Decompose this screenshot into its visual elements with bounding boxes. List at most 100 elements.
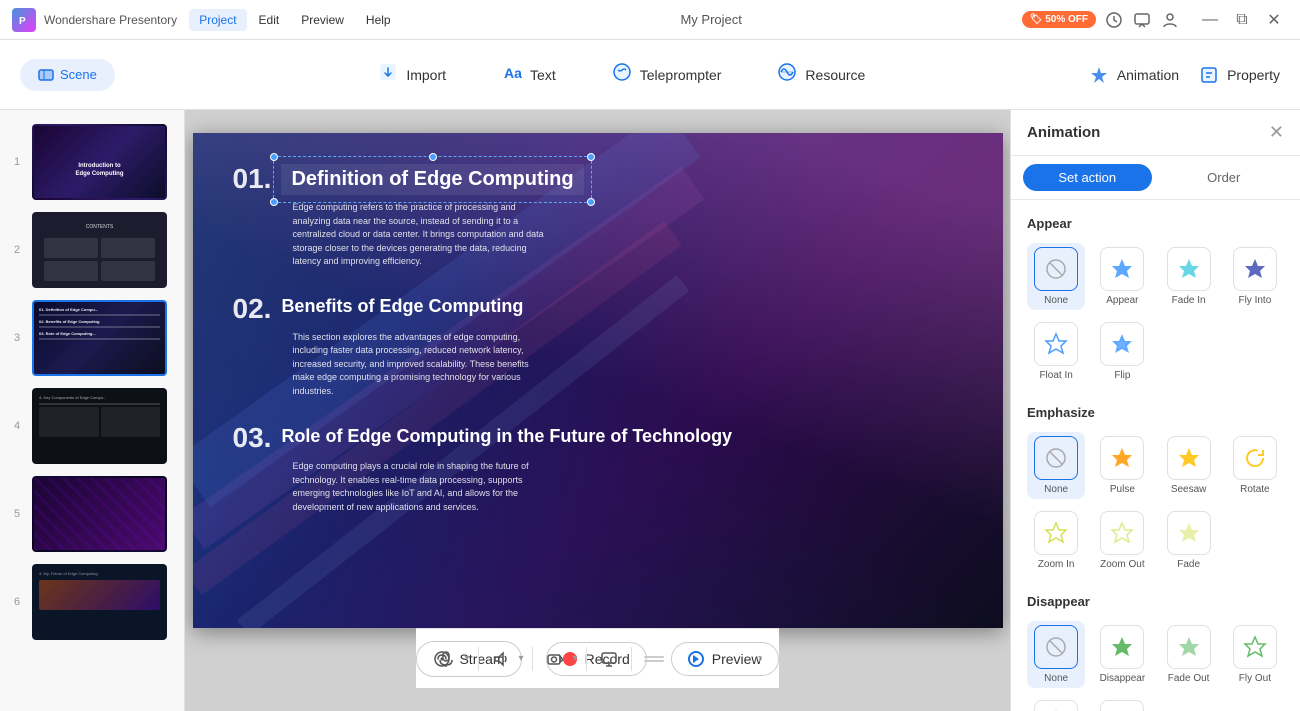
minimize-button[interactable]: — [1196,6,1224,34]
slide-canvas[interactable]: 01. Defin [193,133,1003,628]
panel-close-button[interactable]: ✕ [1269,122,1284,143]
anim-none-disappear[interactable]: None [1027,621,1085,688]
camera-chevron[interactable]: ▾ [573,653,578,664]
property-label: Property [1227,67,1280,83]
anim-fly-into[interactable]: Fly Into [1226,243,1284,310]
slide-item-4[interactable]: 4 4. Key Components of Edge Compu... [0,382,184,470]
anim-float-out-icon-box [1034,700,1078,711]
toolbar-items: Import Aa Text Teleprompter Resource [155,54,1089,95]
anim-float-out[interactable]: Float Out [1027,696,1085,711]
anim-pulse[interactable]: Pulse [1093,432,1151,499]
maximize-button[interactable]: ⧉ [1228,6,1256,34]
clock-icon[interactable] [1104,10,1124,30]
anim-none-dis-icon-box [1034,625,1078,669]
selected-title-1[interactable]: Definition of Edge Computing [281,164,583,195]
tab-order[interactable]: Order [1160,164,1289,191]
title-bar: P Wondershare Presentory Project Edit Pr… [0,0,1300,40]
toolbar-import[interactable]: Import [370,54,454,95]
anim-flip-appear-label: Flip [1114,370,1130,381]
slide-item-6[interactable]: 6 4. My, Future of Edge Computing [0,558,184,646]
anim-fade-em[interactable]: Fade [1160,507,1218,574]
section-title-2: Benefits of Edge Computing [281,296,523,317]
animation-label: Animation [1117,67,1179,83]
toolbar-resource[interactable]: Resource [769,54,873,95]
divider-2 [532,647,533,671]
anim-none-appear-label: None [1044,295,1068,306]
slide-item-3[interactable]: 3 01. Definition of Edge Compu... 02. Be… [0,294,184,382]
panel-title: Animation [1027,124,1100,141]
camera-icon[interactable] [541,645,569,673]
anim-flip-appear-icon-box [1100,322,1144,366]
slide-item-1[interactable]: 1 Introduction toEdge Computing [0,118,184,206]
anim-appear[interactable]: Appear [1093,243,1151,310]
anim-float-in[interactable]: Float In [1027,318,1085,385]
anim-none-emphasize[interactable]: None [1027,432,1085,499]
anim-zoom-out[interactable]: Zoom Out [1093,507,1151,574]
anim-none-appear[interactable]: None [1027,243,1085,310]
scene-button[interactable]: Scene [20,59,115,91]
tab-set-action[interactable]: Set action [1023,164,1152,191]
anim-pulse-icon-box [1100,436,1144,480]
project-title: My Project [409,12,1014,27]
anim-rotate-icon-box [1233,436,1277,480]
user-icon[interactable] [1160,10,1180,30]
scene-label: Scene [60,67,97,82]
title-bar-right: 🏷 50% OFF — ⧉ ✕ [1022,6,1288,34]
mic-chevron[interactable]: ▾ [464,653,469,664]
anim-fade-out-icon-box [1167,625,1211,669]
next-slide-arrow[interactable]: › [757,650,762,667]
screen-icon[interactable] [595,645,623,673]
nav-help[interactable]: Help [356,9,401,31]
anim-fly-into-icon-box [1233,247,1277,291]
anim-none-appear-icon-box [1034,247,1078,291]
anim-zoom-in-label: Zoom In [1038,559,1075,570]
toolbar: Scene Import Aa Text Teleprompter Resour… [0,40,1300,110]
anim-rotate[interactable]: Rotate [1226,432,1284,499]
none-em-icon [1044,446,1068,470]
speaker-chevron[interactable]: ▾ [519,653,524,664]
anim-seesaw-label: Seesaw [1171,484,1207,495]
slide-num-3: 3 [10,332,24,344]
pulse-icon [1110,446,1134,470]
anim-fade-in[interactable]: Fade In [1160,243,1218,310]
anim-disappear[interactable]: Disappear [1093,621,1151,688]
mic-icon[interactable] [432,645,460,673]
section-header-1: 01. Defin [233,163,963,195]
nav-menu: Project Edit Preview Help [189,9,400,31]
nav-edit[interactable]: Edit [249,9,290,31]
disappear-icon [1110,635,1134,659]
appear-grid: None Appear Fade In [1027,243,1284,385]
anim-pulse-label: Pulse [1110,484,1135,495]
disappear-section-label: Disappear [1027,594,1284,609]
toolbar-teleprompter[interactable]: Teleprompter [604,54,730,95]
anim-seesaw[interactable]: Seesaw [1160,432,1218,499]
resource-icon [777,62,797,87]
anim-float-in-icon-box [1034,322,1078,366]
anim-fade-out[interactable]: Fade Out [1160,621,1218,688]
fade-em-icon [1177,521,1201,545]
nav-project[interactable]: Project [189,9,246,31]
slide-num-5: 5 [10,508,24,520]
toolbar-text[interactable]: Aa Text [494,54,564,95]
toolbar-right: Animation Property [1089,65,1280,85]
fade-out-icon [1177,635,1201,659]
canvas-content: 01. Defin [193,133,1003,568]
toolbar-animation[interactable]: Animation [1089,65,1179,85]
anim-flip-dis[interactable]: Flip [1093,696,1151,711]
panel-tabs: Set action Order [1011,156,1300,200]
slide-item-2[interactable]: 2 CONTENTS [0,206,184,294]
nav-preview[interactable]: Preview [291,9,354,31]
chat-icon[interactable] [1132,10,1152,30]
anim-zoom-in[interactable]: Zoom In [1027,507,1085,574]
anim-fly-out[interactable]: Fly Out [1226,621,1284,688]
slide-section-2: 02. Benefits of Edge Computing This sect… [233,293,963,399]
speaker-icon[interactable] [487,645,515,673]
import-label: Import [406,67,446,83]
promo-badge[interactable]: 🏷 50% OFF [1022,11,1096,28]
anim-flip-appear[interactable]: Flip [1093,318,1151,385]
close-button[interactable]: ✕ [1260,6,1288,34]
slide-item-5[interactable]: 5 [0,470,184,558]
app-logo: P [12,8,36,32]
toolbar-property[interactable]: Property [1199,65,1280,85]
window-controls: — ⧉ ✕ [1196,6,1288,34]
